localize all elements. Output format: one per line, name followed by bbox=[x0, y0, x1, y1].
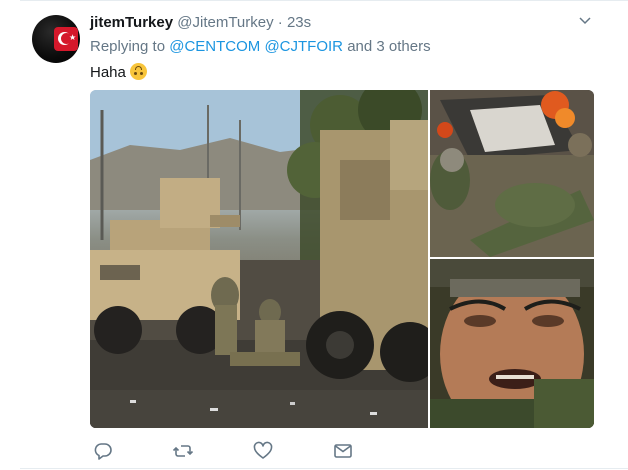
timestamp[interactable]: 23s bbox=[287, 14, 311, 31]
header-separator: · bbox=[277, 14, 283, 31]
replying-to-line: Replying to @CENTCOM @CJTFOIR and 3 othe… bbox=[90, 38, 431, 55]
photo-main[interactable] bbox=[90, 90, 428, 428]
divider-bottom bbox=[20, 468, 628, 469]
photo-bottom-right[interactable] bbox=[430, 259, 594, 428]
display-name[interactable]: jitemTurkey bbox=[90, 14, 173, 31]
tweet-text-content: Haha bbox=[90, 64, 126, 81]
like-icon[interactable] bbox=[252, 440, 274, 462]
direct-message-icon[interactable] bbox=[332, 440, 354, 462]
avatar[interactable]: ★ bbox=[32, 15, 80, 63]
photo-top-right[interactable] bbox=[430, 90, 594, 257]
divider-top bbox=[20, 0, 628, 1]
mention-link-cjtfoir[interactable]: @CJTFOIR bbox=[264, 38, 343, 55]
chevron-down-icon[interactable] bbox=[578, 14, 592, 28]
tweet-text: Haha bbox=[90, 63, 147, 81]
upside-down-face-emoji-icon bbox=[129, 63, 147, 80]
reply-prefix: Replying to bbox=[90, 38, 166, 55]
tweet-header: jitemTurkey @JitemTurkey · 23s bbox=[90, 14, 311, 31]
mention-link-centcom[interactable]: @CENTCOM bbox=[169, 38, 260, 55]
tweet-actions bbox=[90, 440, 370, 462]
user-handle[interactable]: @JitemTurkey bbox=[177, 14, 273, 31]
photo-main-illustration bbox=[90, 90, 428, 428]
reply-icon[interactable] bbox=[92, 440, 114, 462]
retweet-icon[interactable] bbox=[172, 440, 194, 462]
media-grid[interactable] bbox=[90, 90, 594, 428]
turkish-flag-icon: ★ bbox=[54, 27, 78, 51]
tweet[interactable]: ★ jitemTurkey @JitemTurkey · 23s Replyin… bbox=[0, 0, 628, 470]
photo-bottom-right-illustration bbox=[430, 259, 594, 428]
reply-others[interactable]: and 3 others bbox=[347, 38, 430, 55]
photo-top-right-illustration bbox=[430, 90, 594, 257]
